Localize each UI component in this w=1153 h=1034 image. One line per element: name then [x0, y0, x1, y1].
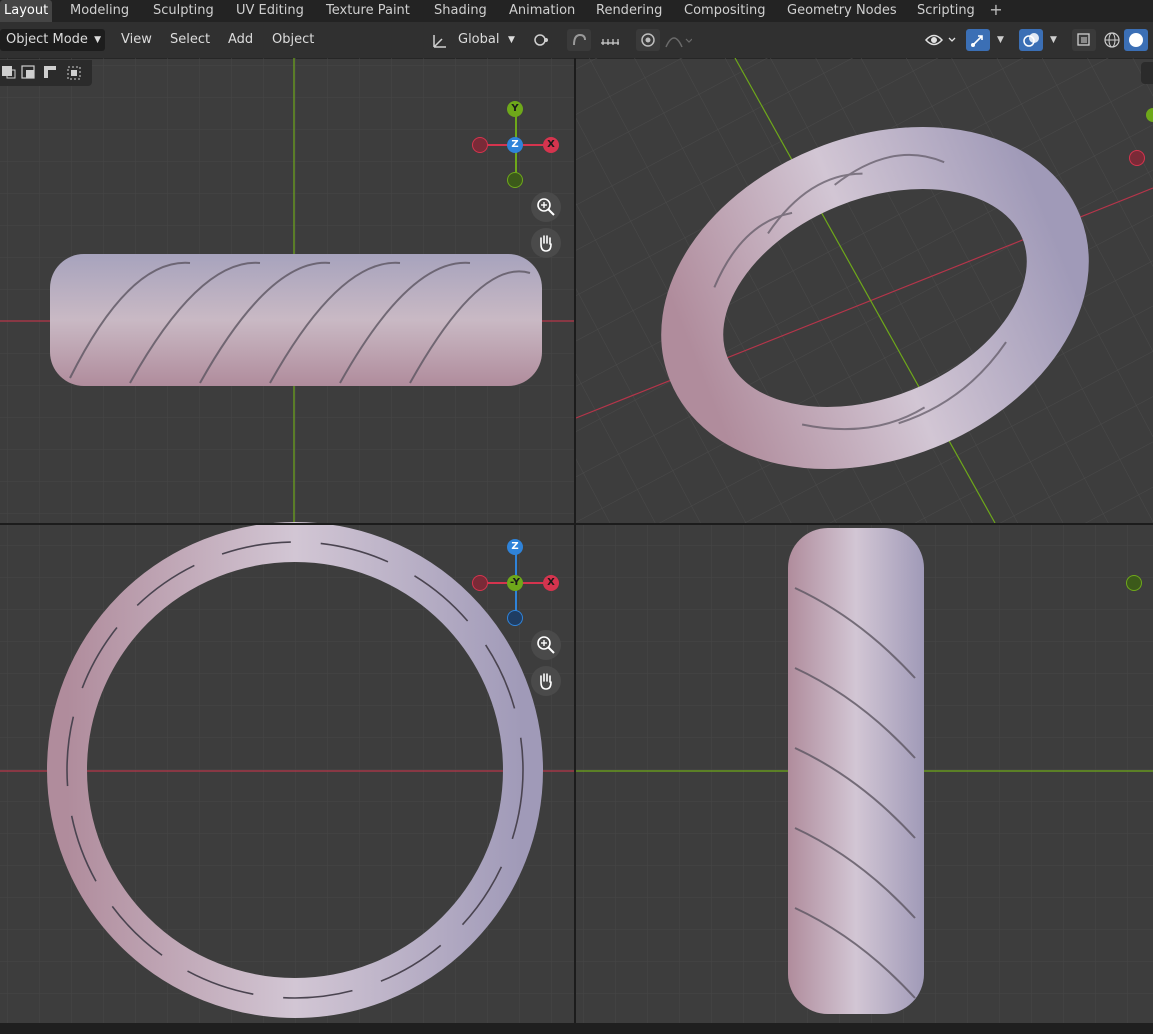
tab-modeling[interactable]: Modeling: [66, 0, 133, 22]
viewport-grid[interactable]: [0, 58, 1153, 1034]
xray-toggle[interactable]: [1072, 29, 1096, 51]
orientation-label: Global: [458, 32, 500, 47]
snap-icon: [573, 33, 586, 46]
solid-shading-icon: [1129, 33, 1143, 47]
menu-view[interactable]: View: [121, 29, 152, 51]
hand-icon: [540, 673, 552, 690]
transform-orientation-select[interactable]: Global ▼: [428, 29, 518, 51]
transform-orientation-icon: [433, 35, 446, 48]
viewport-header: Object Mode ▼ View Select Add Object Glo…: [0, 22, 1153, 59]
pan-button[interactable]: [531, 228, 561, 258]
chevron-down-icon[interactable]: ▼: [1050, 35, 1057, 45]
tab-sculpting[interactable]: Sculpting: [149, 0, 218, 22]
xray-icon: [1077, 33, 1090, 46]
chevron-down-icon: ▼: [508, 35, 515, 45]
proportional-edit-toggle[interactable]: [636, 29, 660, 51]
chevron-down-icon[interactable]: ▼: [997, 35, 1004, 45]
overlay-icon: [1023, 33, 1039, 47]
pivot-select[interactable]: [528, 29, 558, 51]
pan-button-front[interactable]: [531, 666, 561, 696]
tab-compositing[interactable]: Compositing: [680, 0, 770, 22]
tab-texture-paint[interactable]: Texture Paint: [322, 0, 414, 22]
sidebar-toggle[interactable]: [1141, 62, 1153, 84]
workspace-bar: Layout Modeling Sculpting UV Editing Tex…: [0, 0, 1153, 22]
tab-geometry-nodes[interactable]: Geometry Nodes: [783, 0, 901, 22]
overlay-toggle[interactable]: [1019, 29, 1043, 51]
visibility-icon: [924, 34, 956, 46]
tab-animation[interactable]: Animation: [505, 0, 579, 22]
falloff-select[interactable]: [662, 29, 694, 51]
axis-neg-z-dot-front[interactable]: [507, 610, 523, 626]
mode-select[interactable]: Object Mode ▼: [0, 29, 105, 51]
tab-rendering[interactable]: Rendering: [592, 0, 666, 22]
selection-mode-group: [0, 60, 92, 86]
axis-neg-x-dot-persp[interactable]: [1129, 150, 1145, 166]
zoom-icon: [537, 198, 555, 216]
tab-layout[interactable]: Layout: [0, 0, 53, 22]
mode-label: Object Mode: [6, 32, 88, 47]
axis-z-dot[interactable]: Z: [507, 137, 523, 153]
gizmo-icon: [971, 35, 983, 47]
snap-target-select[interactable]: [592, 29, 628, 51]
selection-mode-icons[interactable]: [0, 60, 92, 86]
wireframe-shading-button[interactable]: [1101, 29, 1123, 51]
wireframe-shading-icon: [1104, 32, 1120, 48]
zoom-button[interactable]: [531, 192, 561, 222]
viewport-divider-horizontal[interactable]: [0, 523, 1153, 525]
axis-neg-x-dot[interactable]: [472, 137, 488, 153]
axis-y-dot-persp[interactable]: [1146, 108, 1153, 122]
ring-right-view[interactable]: [788, 528, 924, 1014]
snap-increment-icon: [601, 39, 619, 45]
ring-side-view[interactable]: [50, 254, 542, 386]
viewport-divider-vertical[interactable]: [574, 58, 576, 1034]
axis-neg-y-dot-front[interactable]: -Y: [507, 575, 523, 591]
zoom-button-front[interactable]: [531, 630, 561, 660]
tab-uv-editing[interactable]: UV Editing: [232, 0, 308, 22]
snap-toggle[interactable]: [567, 29, 591, 51]
axis-x-dot-front[interactable]: X: [543, 575, 559, 591]
add-workspace-icon[interactable]: +: [986, 0, 1006, 22]
falloff-icon: [665, 37, 692, 48]
axis-x-dot[interactable]: X: [543, 137, 559, 153]
menu-select[interactable]: Select: [170, 29, 210, 51]
gizmo-toggle[interactable]: [966, 29, 990, 51]
visibility-select[interactable]: [922, 29, 960, 51]
zoom-icon: [537, 636, 555, 654]
menu-object[interactable]: Object: [272, 29, 314, 51]
menu-add[interactable]: Add: [228, 29, 253, 51]
hand-icon: [540, 235, 552, 252]
link-icon: [534, 34, 548, 46]
tab-scripting[interactable]: Scripting: [913, 0, 979, 22]
axis-y-dot[interactable]: Y: [507, 101, 523, 117]
axis-neg-y-dot[interactable]: [507, 172, 523, 188]
status-bar: [0, 1023, 1153, 1034]
tab-shading[interactable]: Shading: [430, 0, 491, 22]
axis-z-dot-front[interactable]: Z: [507, 539, 523, 555]
axis-neg-y-dot-right[interactable]: [1126, 575, 1142, 591]
chevron-down-icon: ▼: [94, 35, 101, 45]
proportional-edit-icon: [641, 33, 655, 47]
solid-shading-button[interactable]: [1124, 29, 1148, 51]
axis-neg-x-dot-front[interactable]: [472, 575, 488, 591]
